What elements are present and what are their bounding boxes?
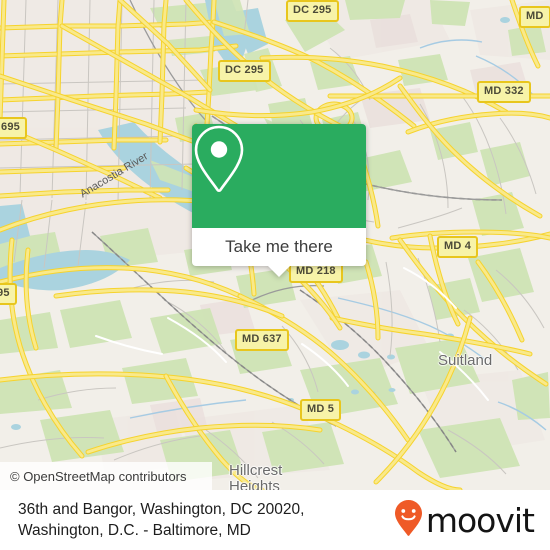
moovit-wordmark: moovit xyxy=(425,500,535,540)
highway-shield: DC 295 xyxy=(286,0,339,22)
highway-shield: MD 4 xyxy=(437,236,479,258)
osm-attribution-text: © OpenStreetMap contributors xyxy=(10,468,187,484)
take-me-there-label: Take me there xyxy=(225,237,333,256)
map-canvas[interactable]: .rdM{fill:none;stroke:#f6d32d;stroke-wid… xyxy=(0,0,550,490)
callout-pointer xyxy=(267,265,291,277)
place-label-hillcrest-heights: Hillcrest Heights xyxy=(229,462,283,491)
highway-shield: 95 xyxy=(0,283,17,305)
address-block: 36th and Bangor, Washington, DC 20020, W… xyxy=(18,499,304,541)
highway-shield: MD 5 xyxy=(300,399,342,421)
address-line-2: Washington, D.C. - Baltimore, MD xyxy=(18,522,251,539)
footer-bar: 36th and Bangor, Washington, DC 20020, W… xyxy=(0,490,550,550)
map-callout-card[interactable]: Take me there xyxy=(192,124,366,277)
address-line-1: 36th and Bangor, Washington, DC 20020, xyxy=(18,501,305,518)
highway-shield: DC 295 xyxy=(218,60,271,82)
highway-shield: MD xyxy=(519,6,550,28)
highway-shield: MD 637 xyxy=(235,329,289,351)
map-screenshot: .rdM{fill:none;stroke:#f6d32d;stroke-wid… xyxy=(0,0,550,550)
highway-shield: 695 xyxy=(0,117,27,139)
callout-body xyxy=(192,124,366,228)
take-me-there-button[interactable]: Take me there xyxy=(192,228,366,266)
place-label-suitland: Suitland xyxy=(438,352,493,369)
moovit-logo[interactable]: moovit xyxy=(394,499,535,542)
highway-shield: MD 332 xyxy=(477,81,531,103)
osm-attribution[interactable]: © OpenStreetMap contributors xyxy=(0,462,212,490)
moovit-smiley-pin-icon xyxy=(394,499,423,542)
